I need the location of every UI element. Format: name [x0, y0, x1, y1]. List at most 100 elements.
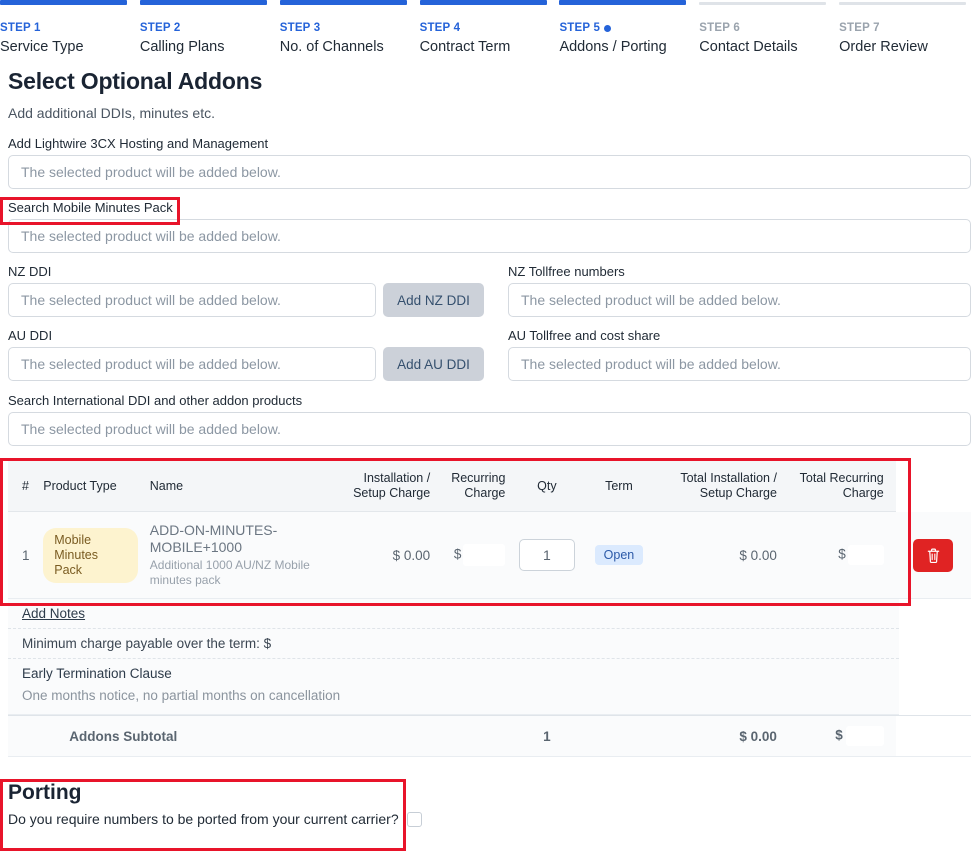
nz-tollfree-label: NZ Tollfree numbers: [508, 264, 625, 279]
subtotal-qty: 1: [511, 715, 583, 757]
subtotal-spacer-3: [436, 715, 512, 757]
subtotal-label: Addons Subtotal: [37, 715, 332, 757]
step-number: STEP 6: [699, 21, 827, 35]
step-number-label: STEP 3: [279, 22, 321, 34]
subtotal-redacted-value: [845, 726, 884, 746]
au-tollfree-input[interactable]: The selected product will be added below…: [508, 347, 971, 381]
step-number-label: STEP 1: [0, 22, 41, 34]
porting-section: Porting Do you require numbers to be por…: [0, 781, 979, 827]
au-ddi-input[interactable]: The selected product will be added below…: [8, 347, 376, 381]
col-qty: Qty: [511, 460, 583, 512]
col-term: Term: [582, 460, 656, 512]
au-ddi-label: AU DDI: [8, 328, 53, 343]
step-label: Addons / Porting: [559, 39, 667, 55]
row-name-cell: ADD-ON-MINUTES-MOBILE+1000 Additional 10…: [143, 511, 332, 599]
row-total-recurring: $: [782, 511, 896, 599]
step-progress-bar: [0, 0, 127, 5]
international-search-input[interactable]: The selected product will be added below…: [8, 412, 971, 446]
row-product-type: Mobile Minutes Pack: [37, 511, 144, 599]
step-label: Contract Term: [419, 39, 511, 55]
subtotal-total-recurring: $: [782, 715, 896, 757]
sidebar-item-step-2[interactable]: STEP 2 Calling Plans: [139, 0, 280, 62]
au-ddi-group: AU DDI The selected product will be adde…: [8, 327, 492, 381]
porting-question-row: Do you require numbers to be ported from…: [8, 811, 979, 827]
nz-ddi-row: NZ DDI The selected product will be adde…: [0, 263, 979, 317]
sidebar-item-step-1[interactable]: STEP 1 Service Type: [0, 0, 140, 62]
au-tollfree-group: AU Tollfree and cost share The selected …: [492, 327, 971, 381]
step-number-label: STEP 2: [139, 22, 181, 34]
table-header-row: # Product Type Name Installation / Setup…: [8, 460, 971, 512]
total-recurring-currency-symbol: $: [838, 546, 846, 562]
step-progress-bar: [699, 2, 827, 5]
trash-icon: [927, 548, 940, 563]
col-recurring-charge: Recurring Charge: [436, 460, 512, 512]
col-product-type: Product Type: [37, 460, 144, 512]
step-progress-bar: [139, 0, 267, 5]
sidebar-item-step-6[interactable]: STEP 6 Contact Details: [699, 0, 839, 62]
add-notes-row: Add Notes Minimum charge payable over th…: [8, 598, 971, 716]
minimum-charge-label: Minimum charge payable over the term: $: [22, 636, 272, 651]
step-number: STEP 4: [420, 21, 548, 35]
recurring-currency-symbol: $: [453, 546, 462, 562]
row-qty-cell: [511, 511, 583, 599]
product-description: Additional 1000 AU/NZ Mobile minutes pac…: [149, 558, 310, 587]
early-termination-row: Early Termination Clause One months noti…: [8, 659, 899, 715]
sidebar-item-step-5[interactable]: STEP 5 Addons / Porting: [559, 0, 699, 62]
porting-title: Porting: [8, 781, 82, 804]
nz-tollfree-input[interactable]: The selected product will be added below…: [508, 283, 971, 317]
col-actions: [895, 460, 971, 512]
sidebar-item-step-3[interactable]: STEP 3 No. of Channels: [279, 0, 420, 62]
step-number-label: STEP 7: [839, 22, 880, 34]
international-field-group: Search International DDI and other addon…: [0, 392, 979, 446]
au-tollfree-label: AU Tollfree and cost share: [508, 328, 661, 343]
mobile-minutes-search-input[interactable]: The selected product will be added below…: [8, 219, 971, 253]
step-number: STEP 1: [0, 21, 128, 35]
subtotal-spacer-1: [8, 715, 38, 757]
addons-table-header: # Product Type Name Installation / Setup…: [8, 460, 971, 512]
step-label: Calling Plans: [139, 39, 225, 55]
step-number: STEP 5: [559, 21, 687, 35]
add-notes-link[interactable]: Add Notes: [22, 606, 85, 621]
nz-ddi-input[interactable]: The selected product will be added below…: [8, 283, 376, 317]
order-stepper: STEP 1 Service Type STEP 2 Calling Plans…: [0, 0, 979, 62]
hosting-label: Add Lightwire 3CX Hosting and Management: [8, 136, 269, 151]
product-type-badge: Mobile Minutes Pack: [43, 527, 138, 583]
mobile-minutes-label: Search Mobile Minutes Pack: [8, 200, 173, 215]
add-nz-ddi-button[interactable]: Add NZ DDI: [383, 283, 484, 317]
col-index: #: [8, 460, 38, 512]
row-term-cell: Open: [582, 511, 656, 599]
col-install-charge: Installation / Setup Charge: [331, 460, 437, 512]
col-total-recurring: Total Recurring Charge: [782, 460, 896, 512]
subtotal-spacer-5: [895, 715, 971, 757]
col-total-install: Total Installation / Setup Charge: [655, 460, 783, 512]
hosting-search-input[interactable]: The selected product will be added below…: [8, 155, 971, 189]
table-row: 1 Mobile Minutes Pack ADD-ON-MINUTES-MOB…: [8, 511, 971, 599]
row-actions: [895, 511, 971, 599]
early-termination-body: One months notice, no partial months on …: [22, 688, 341, 703]
col-name: Name: [143, 460, 332, 512]
status-badge: Open: [594, 545, 644, 565]
step-number: STEP 7: [839, 21, 967, 35]
step-label: Order Review: [839, 39, 928, 55]
mobile-minutes-field-group: Search Mobile Minutes Pack The selected …: [0, 199, 979, 253]
delete-row-button[interactable]: [913, 538, 954, 572]
addons-porting-page: STEP 1 Service Type STEP 2 Calling Plans…: [0, 0, 979, 854]
current-step-dot-icon: [604, 24, 612, 32]
row-total-install: $ 0.00: [655, 511, 783, 599]
sidebar-item-step-7[interactable]: STEP 7 Order Review: [839, 0, 979, 62]
international-label: Search International DDI and other addon…: [8, 393, 303, 408]
step-label: Service Type: [0, 39, 84, 55]
addons-table: # Product Type Name Installation / Setup…: [8, 460, 971, 757]
sidebar-item-step-4[interactable]: STEP 4 Contract Term: [419, 0, 560, 62]
add-au-ddi-button[interactable]: Add AU DDI: [383, 347, 484, 381]
row-index: 1: [8, 511, 38, 599]
subtotal-total-install: $ 0.00: [655, 715, 783, 757]
row-recurring-charge: $: [436, 511, 512, 599]
quantity-stepper[interactable]: [518, 539, 575, 571]
step-number-label: STEP 4: [419, 22, 461, 34]
step-number: STEP 2: [140, 21, 268, 35]
porting-checkbox[interactable]: [406, 811, 422, 827]
add-notes-cell: Add Notes: [8, 599, 899, 629]
step-progress-bar: [559, 0, 687, 5]
subtotal-spacer-4: [582, 715, 656, 757]
